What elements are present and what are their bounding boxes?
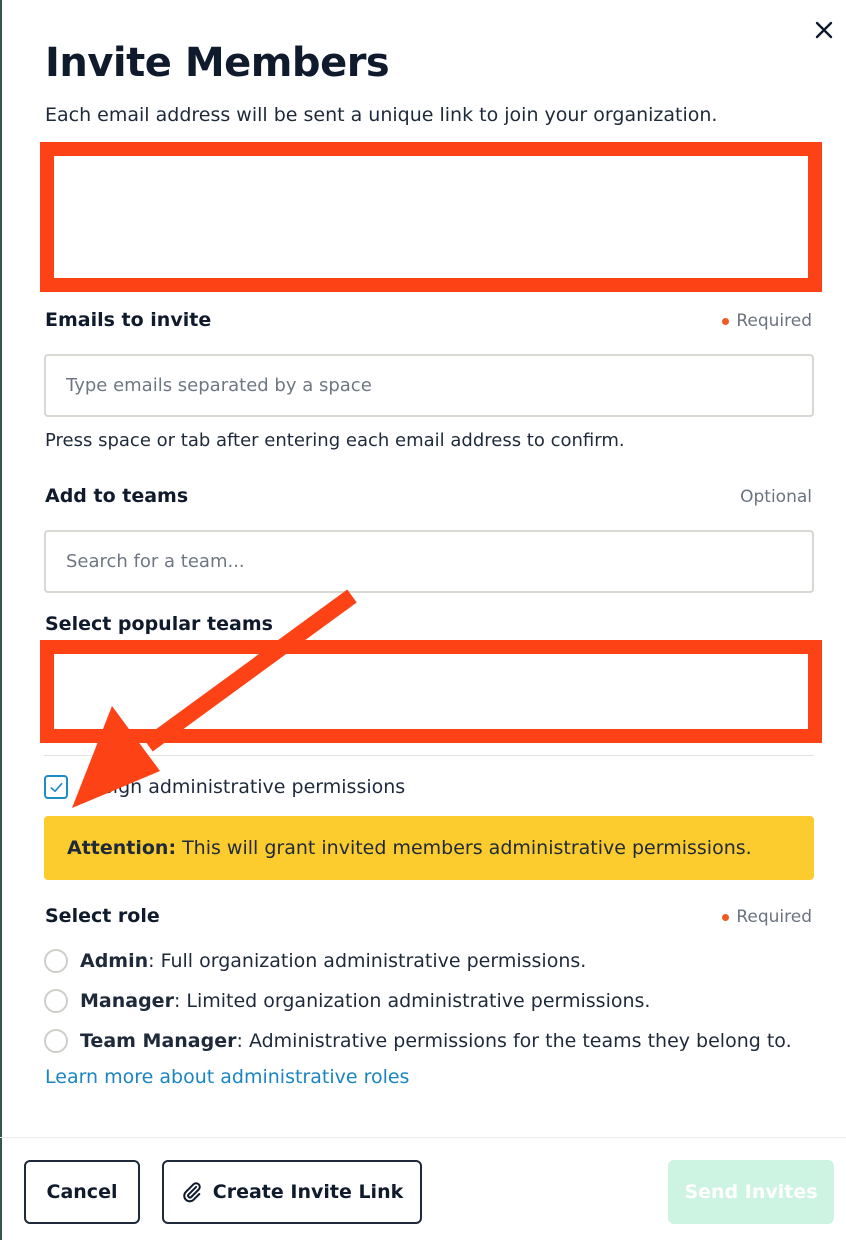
role-required-text: Required <box>736 907 812 927</box>
create-invite-link-button[interactable]: Create Invite Link <box>162 1160 422 1224</box>
role-label: Select role <box>45 905 160 927</box>
modal-title: Invite Members <box>45 40 390 86</box>
required-dot <box>722 317 730 325</box>
emails-required-indicator: Required <box>722 311 812 331</box>
close-button[interactable] <box>808 14 840 46</box>
annotation-highlight-box <box>40 142 822 292</box>
cancel-button[interactable]: Cancel <box>24 1160 140 1224</box>
role-option-manager[interactable]: Manager : Limited organization administr… <box>44 989 650 1013</box>
close-icon <box>815 21 833 39</box>
role-radio[interactable] <box>44 989 68 1013</box>
attention-alert: Attention: This will grant invited membe… <box>44 816 814 880</box>
required-dot <box>722 913 730 921</box>
modal-subtitle: Each email address will be sent a unique… <box>45 104 718 126</box>
alert-text: This will grant invited members administ… <box>182 837 752 859</box>
role-name: Team Manager <box>80 1030 237 1052</box>
role-description: : Administrative permissions for the tea… <box>236 1030 792 1052</box>
role-required-indicator: Required <box>722 907 812 927</box>
divider <box>44 755 814 756</box>
emails-input[interactable] <box>44 354 814 417</box>
send-invites-button[interactable]: Send Invites <box>668 1160 834 1224</box>
role-description: : Full organization administrative permi… <box>148 950 587 972</box>
alert-title: Attention: <box>67 837 177 859</box>
role-description: : Limited organization administrative pe… <box>173 990 651 1012</box>
team-search-input[interactable] <box>44 530 814 593</box>
emails-helper-text: Press space or tab after entering each e… <box>45 430 625 451</box>
role-option-team-manager[interactable]: Team Manager : Administrative permission… <box>44 1029 792 1053</box>
emails-label: Emails to invite <box>45 309 212 331</box>
admin-permissions-checkbox-row[interactable]: Assign administrative permissions <box>44 775 405 799</box>
role-name: Manager <box>80 990 174 1012</box>
role-radio[interactable] <box>44 1029 68 1053</box>
role-radio[interactable] <box>44 949 68 973</box>
emails-required-text: Required <box>736 311 812 331</box>
paperclip-icon <box>183 1182 201 1203</box>
popular-teams-label: Select popular teams <box>45 613 273 635</box>
learn-more-roles-link[interactable]: Learn more about administrative roles <box>45 1066 409 1088</box>
role-option-admin[interactable]: Admin : Full organization administrative… <box>44 949 586 973</box>
left-edge-border <box>0 0 2 1240</box>
admin-permissions-label: Assign administrative permissions <box>80 776 406 798</box>
role-name: Admin <box>80 950 149 972</box>
create-invite-link-label: Create Invite Link <box>212 1181 404 1203</box>
footer-divider <box>0 1137 846 1138</box>
check-icon <box>50 782 62 792</box>
annotation-highlight-box <box>40 640 822 743</box>
teams-optional-text: Optional <box>740 487 812 507</box>
teams-label: Add to teams <box>45 485 189 507</box>
admin-permissions-checkbox[interactable] <box>44 775 68 799</box>
